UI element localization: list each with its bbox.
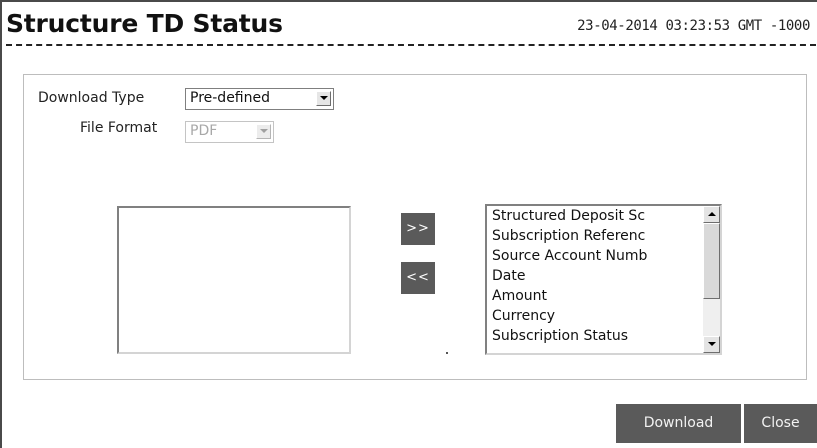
page-title: Structure TD Status [6,9,283,38]
download-type-select[interactable]: Pre-defined [185,88,334,110]
stray-dot [446,352,448,354]
file-format-label: File Format [80,120,158,136]
timestamp: 23-04-2014 03:23:53 GMT -1000 [577,18,810,34]
close-button[interactable]: Close [744,404,817,443]
dialog-header: Structure TD Status 23-04-2014 03:23:53 … [6,6,816,46]
scroll-thumb[interactable] [703,223,720,299]
list-scrollbar[interactable] [703,206,720,353]
available-columns-list[interactable] [117,206,351,354]
list-item[interactable]: Amount [492,288,692,304]
move-left-button[interactable]: << [401,262,435,294]
download-type-label: Download Type [38,90,145,106]
download-type-value: Pre-defined [190,90,271,106]
list-item[interactable]: Structured Deposit Sc [492,208,692,224]
scroll-down-icon[interactable] [703,336,720,353]
file-format-value: PDF [190,123,218,139]
list-item[interactable]: Subscription Status [492,328,692,344]
chevron-down-icon[interactable] [316,91,331,106]
list-item[interactable]: Source Account Numb [492,248,692,264]
list-item[interactable]: Subscription Referenc [492,228,692,244]
chevron-down-icon[interactable] [256,124,271,139]
download-button[interactable]: Download [616,404,741,443]
list-item[interactable]: Currency [492,308,692,324]
selected-columns-list[interactable]: Structured Deposit Sc Subscription Refer… [485,204,722,355]
file-format-select[interactable]: PDF [185,121,274,143]
move-right-button[interactable]: >> [401,213,435,245]
list-item[interactable]: Date [492,268,692,284]
scroll-up-icon[interactable] [703,206,720,223]
